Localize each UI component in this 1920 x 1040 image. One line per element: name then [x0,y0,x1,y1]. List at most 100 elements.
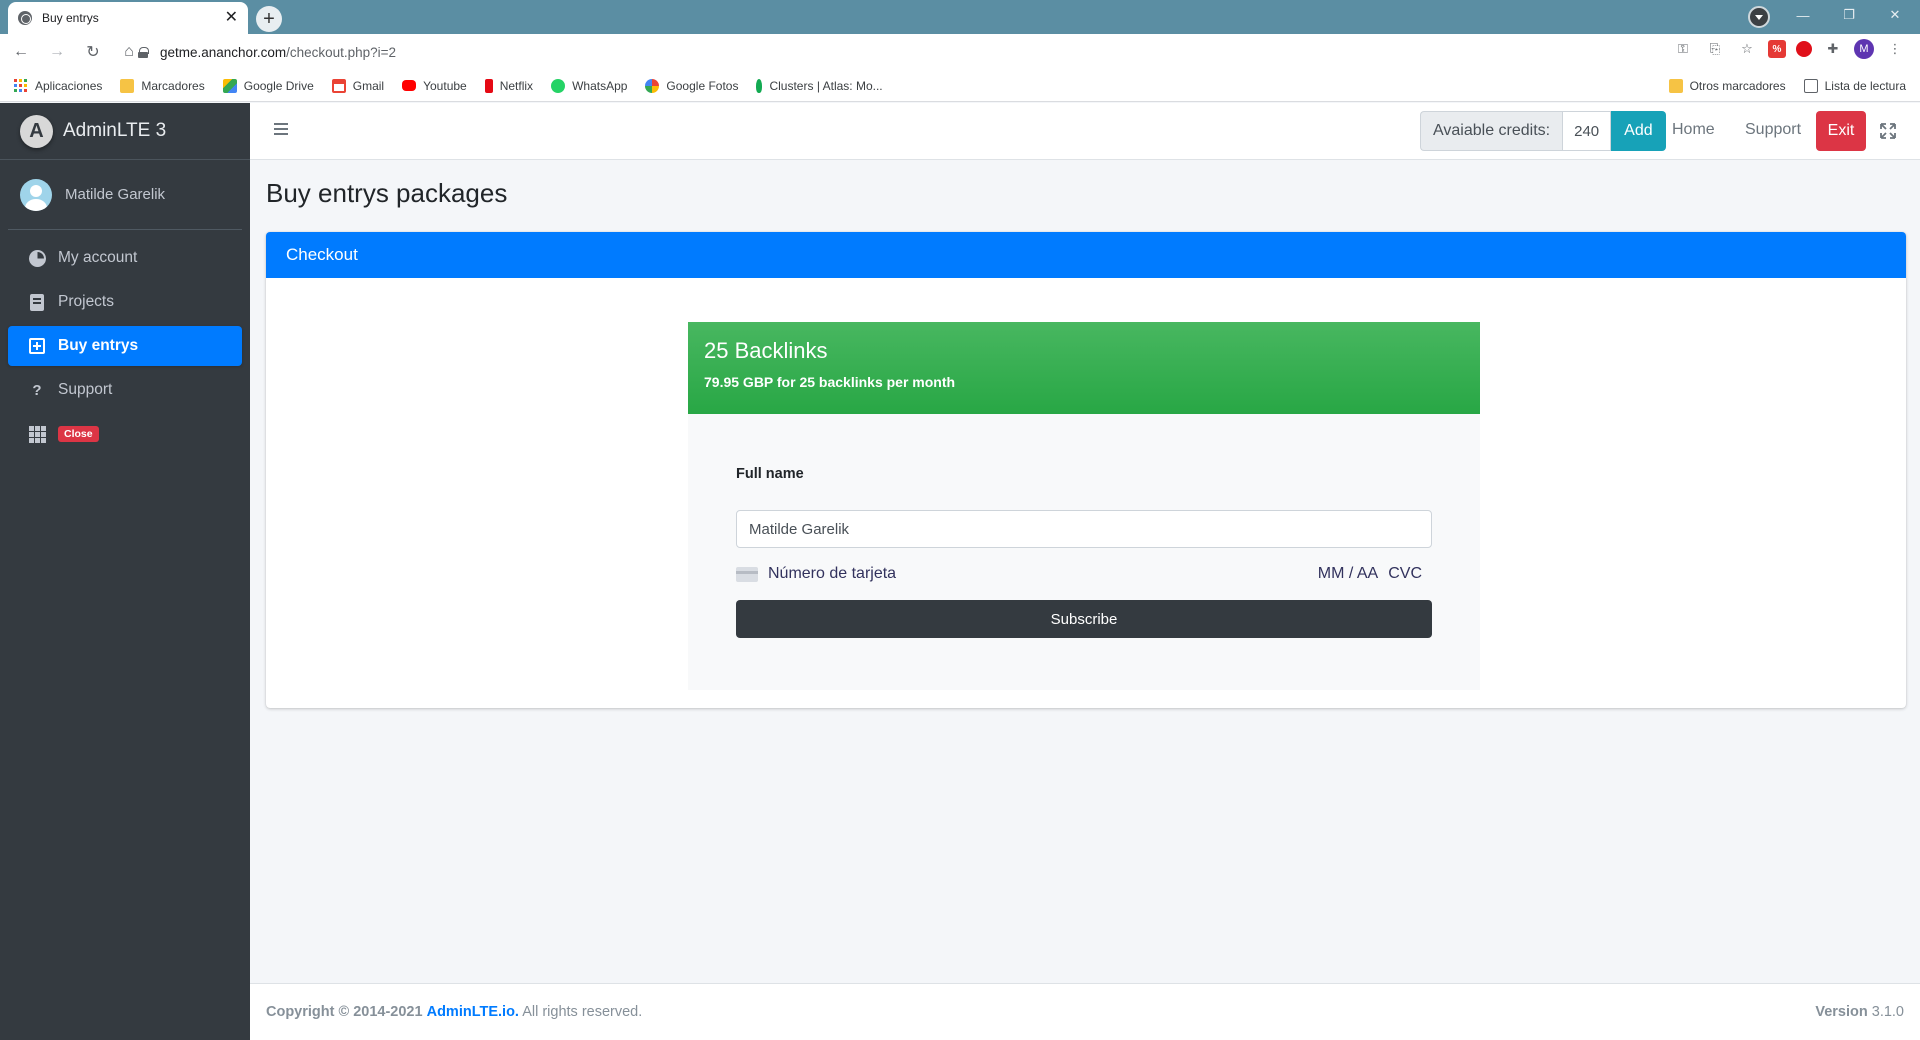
folder-icon [1668,79,1683,93]
youtube-icon [402,80,417,91]
credit-card-icon [736,566,758,582]
restore-icon[interactable]: ❐ [1826,0,1872,30]
bookmark-apps[interactable]: Aplicaciones [14,79,102,93]
new-tab-button[interactable]: + [256,6,282,32]
bookmark-label: Aplicaciones [35,78,103,93]
sidebar-nav: My account Projects Buy entrys ? Support… [0,230,250,454]
kebab-menu-icon[interactable]: ⋮ [1884,38,1906,60]
subscribe-button[interactable]: Subscribe [736,600,1432,638]
sidebar-item-support[interactable]: ? Support [8,370,242,410]
copyright-prefix: Copyright © 2014-2021 [266,1004,423,1020]
browser-tab[interactable]: Buy entrys ✕ [8,2,248,34]
avatar [20,178,52,211]
translate-icon[interactable]: ⎘ [1704,38,1726,60]
puzzle-icon[interactable]: ✚ [1822,38,1844,60]
close-tab-icon[interactable]: ✕ [225,10,238,26]
nav-support-link[interactable]: Support [1745,121,1801,139]
card-expiry-field[interactable]: MM / AA [1318,565,1378,583]
plan-header: 25 Backlinks 79.95 GBP for 25 backlinks … [688,322,1480,414]
question-icon: ? [32,381,42,399]
brand-text: AdminLTE 3 [63,120,167,141]
gmail-icon [331,78,346,93]
bookmark-youtube[interactable]: Youtube [402,79,467,93]
minimize-icon[interactable]: — [1780,0,1826,30]
bookmark-label: Youtube [423,78,467,93]
bookmark-clusters-atlas[interactable]: Clusters | Atlas: Mo... [756,78,883,93]
brand-link[interactable]: A AdminLTE 3 [0,103,250,160]
bookmark-netflix[interactable]: Netflix [484,78,534,93]
full-name-input[interactable] [736,510,1432,548]
bookmark-gmail[interactable]: Gmail [331,78,385,93]
back-icon[interactable]: ← [6,37,36,67]
close-window-icon[interactable]: ✕ [1872,0,1918,30]
close-badge: Close [58,426,99,442]
bookmark-label: Clusters | Atlas: Mo... [769,78,883,93]
tab-search-icon[interactable] [1748,6,1770,28]
bookmark-whatsapp[interactable]: WhatsApp [551,78,628,93]
forward-icon[interactable]: → [42,37,72,67]
main-sidebar: A AdminLTE 3 Matilde Garelik My account … [0,103,250,1040]
bookmark-google-drive[interactable]: Google Drive [222,78,314,93]
add-credits-button[interactable]: Add [1611,111,1666,151]
card-cvc-field[interactable]: CVC [1388,565,1422,583]
globe-icon [18,11,32,25]
mongodb-icon [756,78,763,93]
sidebar-item-buy-entrys[interactable]: Buy entrys [8,326,242,366]
full-name-label: Full name [736,466,804,482]
bookmark-otros-marcadores[interactable]: Otros marcadores [1668,79,1786,93]
star-icon[interactable]: ☆ [1736,38,1758,60]
browser-tab-strip: Buy entrys ✕ + — ❐ ✕ [0,0,1920,34]
bookmarks-right: Otros marcadores Lista de lectura [1668,70,1906,102]
exit-button[interactable]: Exit [1816,111,1866,151]
credits-value: 240 [1562,111,1612,151]
url-host: getme.ananchor.com [160,44,287,60]
card-element[interactable]: Número de tarjeta MM / AA CVC [736,562,1432,586]
bookmark-reading-list[interactable]: Lista de lectura [1803,79,1906,93]
card-number-field[interactable]: Número de tarjeta [768,565,1318,583]
photos-icon [645,78,660,93]
bookmark-label: Gmail [352,78,385,93]
bookmark-marcadores[interactable]: Marcadores [120,78,205,93]
profile-avatar[interactable]: M [1854,39,1874,59]
drive-icon [222,78,237,93]
plus-square-icon [28,337,46,355]
bookmarks-bar: Aplicaciones Marcadores Google Drive Gma… [0,70,1920,102]
rights-text: All rights reserved. [522,1004,643,1020]
bookmark-label: WhatsApp [572,78,628,93]
book-icon [28,293,46,311]
main-footer: Copyright © 2014-2021 AdminLTE.io. All r… [250,983,1920,1040]
adminlte-logo: A [20,114,53,148]
user-panel: Matilde Garelik [8,160,242,230]
url-path: /checkout.php?i=2 [286,44,397,60]
lock-icon[interactable] [138,46,149,58]
user-name[interactable]: Matilde Garelik [65,186,165,203]
sidebar-item-label: Projects [58,293,114,310]
browser-toolbar: ← → ↻ ⌂ getme.ananchor.com/checkout.php?… [0,34,1920,70]
sidebar-item-my-account[interactable]: My account [8,238,242,278]
credits-label: Avaiable credits: [1420,111,1563,151]
address-bar[interactable]: getme.ananchor.com/checkout.php?i=2 [138,38,1638,66]
sidebar-item-label: Support [58,381,113,398]
fullscreen-icon[interactable] [1880,123,1896,139]
extension-red-icon[interactable]: % [1768,40,1786,58]
copyright: Copyright © 2014-2021 AdminLTE.io. All r… [266,1004,642,1020]
opera-icon[interactable] [1796,41,1812,57]
card-header: Checkout [266,232,1906,278]
pie-chart-icon [28,249,46,267]
version-label: Version [1815,1004,1868,1020]
bookmark-label: Netflix [499,78,534,93]
plan-description: 79.95 GBP for 25 backlinks per month [704,374,956,390]
apps-icon [14,79,27,92]
adminlte-link[interactable]: AdminLTE.io. [427,1004,519,1020]
sidebar-item-close[interactable]: Close [8,414,242,454]
bookmark-google-fotos[interactable]: Google Fotos [645,78,738,93]
reload-icon[interactable]: ↻ [78,37,108,67]
nav-home-link[interactable]: Home [1672,121,1715,139]
key-icon[interactable]: ⚿ [1672,38,1694,60]
bookmark-label: Otros marcadores [1689,79,1786,93]
folder-icon [120,78,135,93]
sidebar-item-projects[interactable]: Projects [8,282,242,322]
hamburger-menu-icon[interactable] [274,123,288,135]
netflix-icon [484,78,493,93]
main-header: Avaiable credits: 240 Add Home Support E… [250,103,1920,160]
